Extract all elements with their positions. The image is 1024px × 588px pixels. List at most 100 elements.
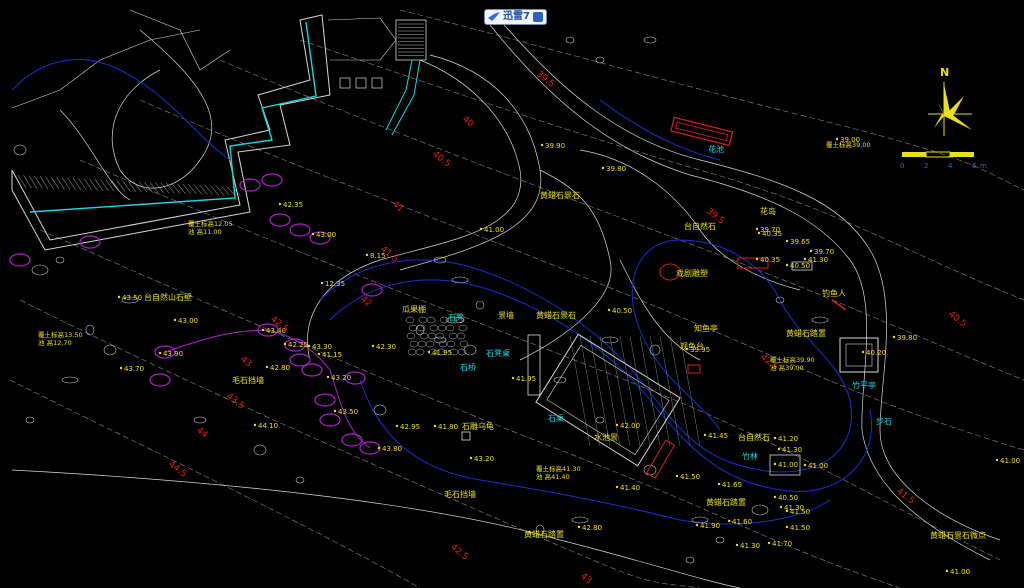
path-edge (59, 109, 131, 201)
map-labels: 40.3539.7040.3540.5039.6539.7039.9039.80… (38, 69, 1020, 586)
spot-dot (333, 409, 337, 413)
spot-dot (892, 335, 896, 339)
scale-tick-4: 4 (948, 162, 953, 170)
stair-block (395, 19, 427, 61)
pebble (427, 332, 437, 340)
spot-elevation: 41.40 (620, 484, 640, 492)
contour-line (219, 59, 1024, 381)
map-label: 台自然山石壁 (144, 292, 192, 302)
pebble (429, 324, 439, 332)
spot-elevation: 43.00 (316, 231, 336, 239)
spot-elevation: 41.00 (484, 226, 504, 234)
elevation-note-line2: 池 高12.70 (38, 338, 72, 347)
spot-elevation: 39.70 (814, 248, 834, 256)
thunder-badge[interactable]: 迅雷7 (484, 9, 547, 25)
elevation-note-line1: 覆土标高41.30 (536, 464, 581, 473)
spot-dot (675, 474, 679, 478)
pebble (456, 332, 466, 340)
spot-elevation: 41.50 (680, 473, 700, 481)
spot-elevation: 41.65 (722, 481, 742, 489)
spot-elevation: 43.80 (382, 445, 402, 453)
rock (193, 416, 207, 424)
spot-dot (773, 436, 777, 440)
map-label: 台自然石 (684, 221, 716, 231)
map-label: 竹平亭 (852, 380, 876, 390)
rock (295, 476, 305, 484)
elevation-note-line1: 覆土标高39.00 (826, 140, 871, 149)
scale-unit: m (980, 162, 987, 170)
map-label: 黄蜡石景石 (536, 310, 576, 320)
elevation-note-line2: 池 高11.00 (188, 227, 222, 236)
spot-dot (695, 523, 699, 527)
map-label: 黄蜡石踏置 (706, 497, 746, 507)
red-bench-inner (675, 121, 729, 142)
pebble (437, 324, 447, 332)
spot-elevation: 44.10 (258, 422, 278, 430)
map-label: 竹林 (742, 451, 758, 461)
spot-elevation: 12.35 (325, 280, 345, 288)
pebble (418, 316, 428, 324)
map-label: 黄蜡石景石 (540, 190, 580, 200)
rock (595, 56, 605, 64)
wall-stone (289, 223, 311, 237)
contour-label: 41.5 (894, 486, 916, 506)
pebble (445, 324, 455, 332)
spot-dot (785, 263, 789, 267)
spot-elevation: 43.50 (122, 294, 142, 302)
contour-label: 41 (390, 199, 405, 214)
spot-elevation: 42.30 (376, 343, 396, 351)
spot-elevation: 43.70 (124, 365, 144, 373)
contour-label: 43.5 (224, 391, 246, 411)
water-edge (359, 379, 831, 525)
building-outlines (11, 9, 427, 251)
rock (433, 336, 447, 344)
stone-retaining-wall (9, 173, 383, 455)
rock (751, 504, 769, 516)
spot-elevation: 41.30 (740, 542, 760, 550)
contour-label: 44 (194, 425, 209, 440)
pebble (406, 332, 416, 340)
spot-elevation: 41.00 (778, 461, 798, 469)
spot-elevation: 42.80 (270, 364, 290, 372)
pebble (448, 332, 458, 340)
small-block (355, 77, 367, 89)
contour-label: 43 (238, 354, 253, 369)
spot-elevation: 39.80 (606, 165, 626, 173)
small-block (371, 77, 383, 89)
rock (55, 256, 65, 264)
paving-line (659, 335, 681, 447)
spot-elevation: 42.00 (620, 422, 640, 430)
spot-dot (577, 525, 581, 529)
pebble (459, 340, 469, 348)
spot-dot (320, 281, 324, 285)
pebble (458, 324, 468, 332)
spot-elevation: 40.50 (778, 494, 798, 502)
pebble (419, 332, 429, 340)
water-edge (599, 99, 721, 161)
pebble (439, 316, 449, 324)
spot-dot (433, 424, 437, 428)
rock (811, 316, 829, 324)
map-label: 石桥 (460, 362, 476, 372)
map-label: 景墙 (498, 310, 514, 320)
spot-dot (717, 482, 721, 486)
spot-dot (607, 308, 611, 312)
map-label: 钓鱼人 (822, 288, 846, 298)
spot-elevation: 41.90 (700, 522, 720, 530)
spot-dot (615, 485, 619, 489)
spot-dot (777, 447, 781, 451)
wall-stone (149, 373, 171, 387)
spot-dot (615, 423, 619, 427)
scale-tick-2: 2 (924, 162, 928, 170)
map-label: 黄蜡石景石微点 (930, 530, 986, 540)
spot-elevation: 43.00 (178, 317, 198, 325)
north-arrow: N (928, 66, 972, 136)
map-label: 戏剧雕塑 (676, 268, 708, 278)
bird-icon (488, 12, 500, 21)
elevation-note-line2: 池 高39.00 (770, 363, 804, 372)
contour-label: 40.5 (946, 309, 968, 329)
spot-elevation: 39.65 (790, 238, 810, 246)
pebble (407, 348, 417, 356)
map-label: 台自然石 (738, 432, 770, 442)
cad-plan-canvas: 40.3539.7040.3540.5039.6539.7039.9039.80… (9, 9, 1024, 588)
